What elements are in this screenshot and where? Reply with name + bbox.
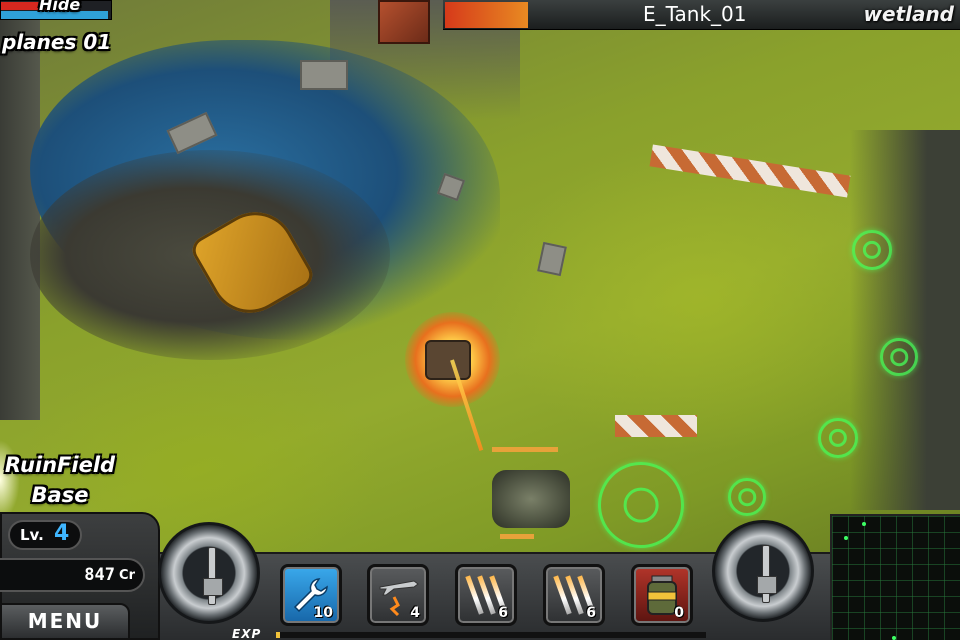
skill-missile-2-count: 6 bbox=[586, 605, 596, 621]
debris-crate bbox=[537, 241, 567, 277]
striped-barrier bbox=[615, 415, 697, 437]
exp-label: EXP bbox=[232, 627, 262, 640]
skill-missile-1-count: 6 bbox=[498, 605, 508, 621]
cannon-icon bbox=[203, 547, 223, 605]
waypoint-target-ring[interactable] bbox=[598, 462, 684, 548]
planes-counter: planes 01 bbox=[2, 30, 112, 54]
striped-barrier bbox=[649, 144, 851, 198]
radar-minimap[interactable] bbox=[830, 514, 960, 640]
skill-mine-count: 0 bbox=[674, 605, 684, 621]
weapon-dial-left[interactable] bbox=[158, 522, 260, 624]
skill-missile-barrage-1-button[interactable]: 6 bbox=[455, 564, 517, 626]
waypoint-target-ring[interactable] bbox=[852, 230, 892, 270]
menu-button[interactable]: MENU bbox=[0, 603, 130, 640]
credits-unit: Cr bbox=[119, 568, 135, 583]
credits-display: 847 Cr bbox=[0, 558, 145, 592]
base-label-line1: RuinField bbox=[4, 453, 116, 477]
debris-crate bbox=[300, 60, 348, 90]
waypoint-target-ring[interactable] bbox=[880, 338, 918, 376]
radar-blip bbox=[844, 536, 848, 540]
player-unit-energy-bar bbox=[500, 534, 534, 539]
base-label-line2: Base bbox=[31, 483, 89, 507]
target-name: E_Tank_01 bbox=[643, 2, 747, 26]
enemy-turret-top[interactable] bbox=[378, 0, 430, 44]
exp-progress-fill bbox=[276, 632, 281, 638]
waypoint-target-ring[interactable] bbox=[728, 478, 766, 516]
target-hp-fill bbox=[445, 2, 528, 28]
weapon-dial-right[interactable] bbox=[712, 520, 814, 622]
target-info-bar: E_Tank_01 wetland bbox=[443, 0, 960, 30]
radar-blip bbox=[892, 636, 896, 640]
level-label: Lv. bbox=[20, 526, 44, 544]
skill-mine-button[interactable]: 0 bbox=[631, 564, 693, 626]
enemy-tank[interactable] bbox=[425, 340, 471, 380]
skill-airstrike-count: 4 bbox=[410, 605, 420, 621]
level-indicator: Lv. 4 bbox=[8, 520, 82, 550]
cannon-icon bbox=[757, 545, 777, 603]
skill-repair-count: 10 bbox=[313, 605, 333, 621]
cliff-rock-right bbox=[850, 130, 960, 510]
exp-progress-bar bbox=[276, 632, 706, 638]
player-unit-health-bar bbox=[492, 447, 558, 452]
player-name: Hide bbox=[39, 0, 81, 14]
radar-blip bbox=[862, 522, 866, 526]
skill-missile-barrage-2-button[interactable]: 6 bbox=[543, 564, 605, 626]
waypoint-target-ring[interactable] bbox=[818, 418, 858, 458]
skill-airstrike-button[interactable]: 4 bbox=[367, 564, 429, 626]
base-label: RuinField Base bbox=[4, 450, 116, 510]
level-value: 4 bbox=[54, 521, 70, 546]
zone-name: wetland bbox=[863, 2, 954, 26]
player-status-bar: Hide bbox=[0, 0, 112, 20]
credits-value: 847 bbox=[84, 565, 115, 585]
cliff-rock-left bbox=[0, 0, 40, 420]
player-tank[interactable] bbox=[492, 470, 570, 528]
skill-repair-button[interactable]: 10 bbox=[280, 564, 342, 626]
